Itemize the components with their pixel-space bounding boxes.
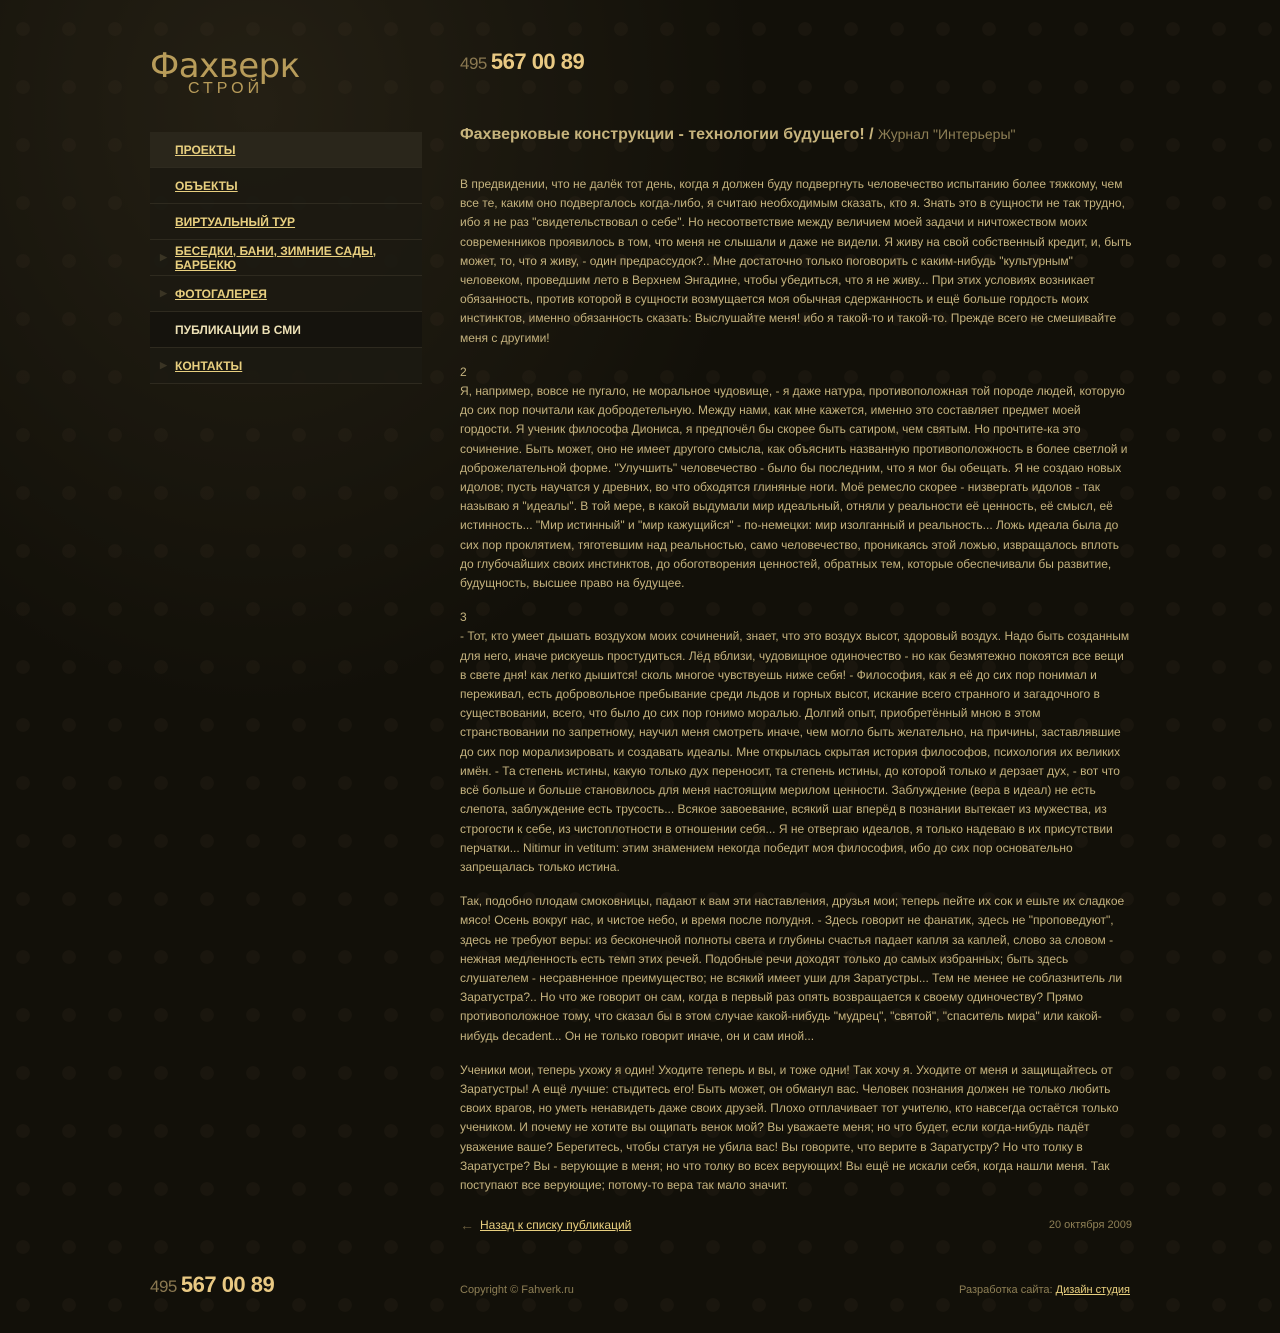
article: Фахверковые конструкции - технологии буд…: [460, 122, 1132, 1233]
article-paragraph: Ученики мои, теперь ухожу я один! Уходит…: [460, 1062, 1119, 1192]
phone-code: 495: [460, 54, 487, 73]
copyright: Copyright © Fahverk.ru: [460, 1284, 574, 1296]
nav-item-projects[interactable]: ПРОЕКТЫ: [150, 132, 422, 168]
article-title: Фахверковые конструкции - технологии буд…: [460, 126, 865, 143]
nav-item-gazebos[interactable]: ▶ БЕСЕДКИ, БАНИ, ЗИМНИЕ САДЫ, БАРБЕКЮ: [150, 240, 422, 276]
nav-link-objects[interactable]: ОБЪЕКТЫ: [175, 179, 238, 193]
arrow-left-icon: ←: [460, 1217, 474, 1234]
nav-link-gazebos[interactable]: БЕСЕДКИ, БАНИ, ЗИМНИЕ САДЫ, БАРБЕКЮ: [175, 244, 422, 272]
article-source: Журнал "Интерьеры": [878, 126, 1016, 142]
title-separator: /: [864, 126, 879, 143]
back-link-wrap[interactable]: ← Назад к списку публикаций: [460, 1217, 631, 1233]
article-paragraph: 2 Я, например, вовсе не пугало, не морал…: [460, 364, 1128, 591]
logo-sub-text: СТРОЙ: [188, 80, 264, 97]
chevron-right-icon: ▶: [160, 252, 167, 262]
nav-link-virtual-tour[interactable]: ВИРТУАЛЬНЫЙ ТУР: [175, 215, 295, 229]
chevron-right-icon: ▶: [160, 360, 167, 370]
sidebar-nav: ПРОЕКТЫ ОБЪЕКТЫ ВИРТУАЛЬНЫЙ ТУР ▶ БЕСЕДК…: [150, 132, 422, 384]
footer-phone: 495 567 00 89: [150, 1272, 275, 1298]
article-paragraph: 3 - Тот, кто умеет дышать воздухом моих …: [460, 610, 1130, 874]
phone-code: 495: [150, 1277, 177, 1296]
article-footer-row: ← Назад к списку публикаций 20 октября 2…: [460, 1217, 1132, 1233]
chevron-right-icon: ▶: [160, 288, 167, 298]
developer-credit: Разработка сайта: Дизайн студия: [959, 1284, 1130, 1296]
nav-link-gallery[interactable]: ФОТОГАЛЕРЕЯ: [175, 287, 267, 301]
article-paragraph: В предвидении, что не далёк тот день, ко…: [460, 177, 1132, 345]
developer-link[interactable]: Дизайн студия: [1056, 1284, 1130, 1296]
nav-item-virtual-tour[interactable]: ВИРТУАЛЬНЫЙ ТУР: [150, 204, 422, 240]
phone-number: 567 00 89: [490, 49, 585, 74]
nav-link-projects[interactable]: ПРОЕКТЫ: [175, 143, 236, 157]
header-phone: 495 567 00 89: [460, 49, 585, 75]
nav-item-objects[interactable]: ОБЪЕКТЫ: [150, 168, 422, 204]
developer-label: Разработка сайта:: [959, 1284, 1053, 1296]
nav-link-publications[interactable]: ПУБЛИКАЦИИ В СМИ: [175, 323, 301, 337]
logo[interactable]: Фахверк СТРОЙ: [150, 46, 310, 106]
phone-number: 567 00 89: [180, 1272, 275, 1297]
nav-link-contacts[interactable]: КОНТАКТЫ: [175, 359, 242, 373]
back-to-publications-link[interactable]: Назад к списку публикаций: [480, 1218, 631, 1232]
article-title-row: Фахверковые конструкции - технологии буд…: [460, 122, 1132, 147]
nav-item-publications[interactable]: ПУБЛИКАЦИИ В СМИ: [150, 312, 422, 348]
nav-item-contacts[interactable]: ▶ КОНТАКТЫ: [150, 348, 422, 384]
article-date: 20 октября 2009: [1048, 1219, 1132, 1232]
article-paragraph: Так, подобно плодам смоковницы, падают к…: [460, 894, 1125, 1043]
nav-item-gallery[interactable]: ▶ ФОТОГАЛЕРЕЯ: [150, 276, 422, 312]
